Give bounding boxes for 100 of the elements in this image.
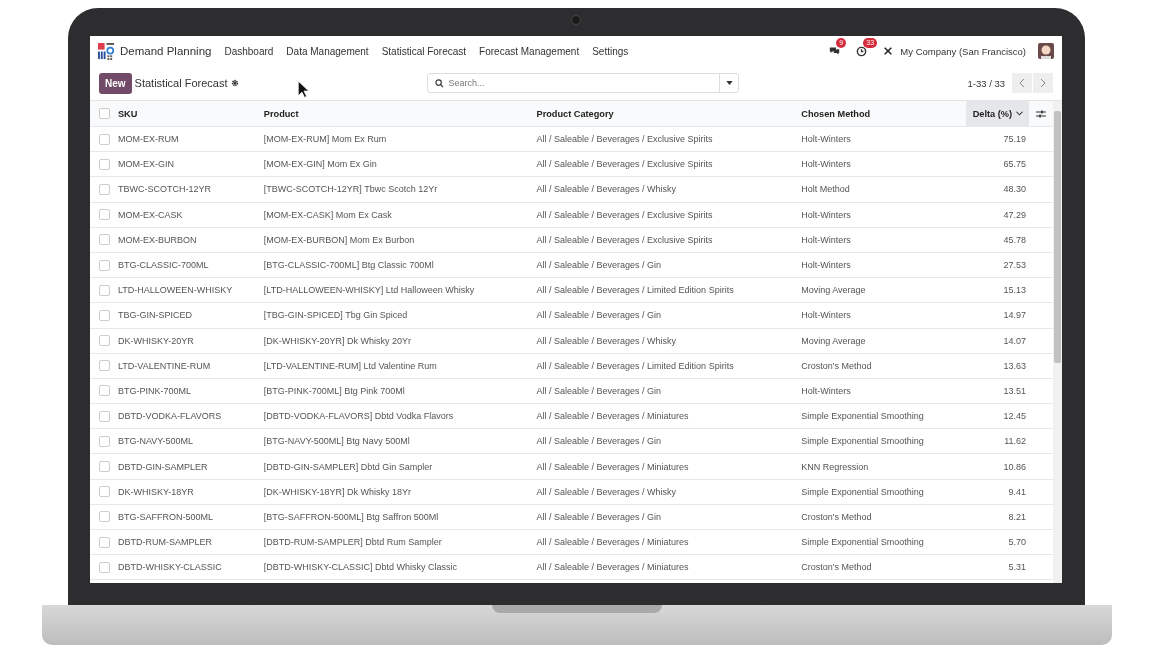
table-cell-text: All / Saleable / Beverages / Miniatures [536,561,690,575]
table-cell-text: [TBG-GIN-SPICED] Tbg Gin Spiced [263,309,409,323]
table-cell-text: TBG-GIN-SPICED [117,309,193,323]
table-cell-text: DK-WHISKY-20YR [117,334,195,348]
next-button[interactable] [1033,73,1053,93]
table-cell-text: 12.45 [1002,410,1027,424]
select-all-checkbox[interactable] [99,108,111,119]
row-checkbox[interactable] [99,234,111,246]
row-checkbox[interactable] [99,561,111,573]
table-cell-text: 48.30 [1002,183,1027,197]
table-cell-text: DBTD-GIN-SAMPLER [117,460,209,474]
table-cell-text: Holt-Winters [801,208,852,222]
column-header[interactable]: Chosen Method [801,101,967,126]
app-logo-icon [98,42,115,60]
column-header[interactable]: Product [263,101,537,126]
table-cell-text: 75.19 [1002,133,1027,147]
breadcrumb-title: Statistical Forecast [134,77,228,89]
table-cell-text: 45.78 [1002,233,1027,247]
row-checkbox[interactable] [99,385,111,397]
row-checkbox[interactable] [99,133,111,145]
row-checkbox[interactable] [99,536,111,548]
table-cell-text: Holt Method [801,183,851,197]
table-cell-text: Simple Exponential Smoothing [801,410,925,424]
chevron-right-icon [1040,78,1046,88]
table-cell-text: [MOM-EX-BURBON] Mom Ex Burbon [263,233,416,247]
company-switcher[interactable]: My Company (San Francisco) [900,45,1026,57]
table-cell-text: All / Saleable / Beverages / Exclusive Spirits [536,133,714,147]
new-button[interactable]: New [99,72,132,94]
table-cell-text: All / Saleable / Beverages / Whisky [536,183,678,197]
row-checkbox[interactable] [99,309,111,321]
table-cell-text: 13.63 [1002,359,1027,373]
menu-item[interactable]: Settings [592,45,629,57]
chevron-left-icon [1019,78,1025,88]
table-cell-text: [BTG-CLASSIC-700ML] Btg Classic 700Ml [263,259,435,273]
menu-item[interactable]: Forecast Management [479,45,580,57]
row-checkbox[interactable] [99,335,111,347]
row-checkbox[interactable] [99,410,111,422]
table-cell-text: 13.51 [1002,384,1027,398]
row-checkbox[interactable] [99,284,111,296]
table-cell-text: 8.21 [1007,510,1027,524]
table-cell-text: All / Saleable / Beverages / Miniatures [536,460,690,474]
table-cell-text: Croston's Method [801,359,873,373]
scrollbar[interactable] [1053,101,1062,583]
table-cell-text: LTD-VALENTINE-RUM [117,359,212,373]
clock-icon[interactable] [856,45,868,57]
table-cell-text: [DK-WHISKY-18YR] Dk Whisky 18Yr [263,485,412,499]
table-cell-text: 9.41 [1007,485,1027,499]
table-cell-text: Moving Average [801,284,867,298]
row-checkbox[interactable] [99,183,111,195]
row-checkbox[interactable] [99,435,111,447]
row-checkbox[interactable] [99,158,111,170]
mouse-cursor-icon [298,81,309,98]
table-cell-text: Simple Exponential Smoothing [801,485,925,499]
caret-icon[interactable] [726,81,733,85]
chat-icon[interactable] [829,45,841,57]
table-cell-text: BTG-SAFFRON-500ML [117,510,214,524]
row-checkbox[interactable] [99,486,111,498]
table-cell-text: DK-WHISKY-18YR [117,485,195,499]
menu-item[interactable]: Dashboard [224,45,274,57]
table-cell-text: Croston's Method [801,561,873,575]
table-cell-text: 14.07 [1002,334,1027,348]
table-cell-text: 27.53 [1002,259,1027,273]
row-checkbox[interactable] [99,511,111,523]
column-settings-icon[interactable] [1036,108,1046,119]
column-header[interactable]: Product Category [536,101,802,126]
table-cell-text: 5.70 [1007,536,1027,550]
table-cell-text: 11.62 [1003,435,1027,449]
table-cell-text: [BTG-SAFFRON-500ML] Btg Saffron 500Ml [263,510,440,524]
avatar-icon[interactable] [1038,43,1054,59]
column-header[interactable]: SKU [117,101,264,126]
table-cell-text: [BTG-NAVY-500ML] Btg Navy 500Ml [263,435,411,449]
table-cell-text: 15.13 [1002,284,1027,298]
table-cell-text: [TBWC-SCOTCH-12YR] Tbwc Scotch 12Yr [263,183,439,197]
table-cell-text: [MOM-EX-GIN] Mom Ex Gin [263,158,378,172]
table-cell-text: Simple Exponential Smoothing [801,536,925,550]
table-cell-text: [LTD-VALENTINE-RUM] Ltd Valentine Rum [263,359,438,373]
table-cell-text: All / Saleable / Beverages / Limited Edition Spirits [536,359,735,373]
table-cell-text: Moving Average [801,334,867,348]
table-cell-text: Simple Exponential Smoothing [801,435,925,449]
table-cell-text: Holt-Winters [801,133,852,147]
table-cell-text: All / Saleable / Beverages / Exclusive Spirits [536,233,714,247]
row-checkbox[interactable] [99,259,111,271]
table-cell-text: All / Saleable / Beverages / Whisky [536,485,678,499]
app-name[interactable]: Demand Planning [120,45,212,57]
table-cell-text: DBTD-RUM-SAMPLER [117,536,213,550]
previous-button[interactable] [1012,73,1032,93]
table-cell-text: All / Saleable / Beverages / Exclusive Spirits [536,158,714,172]
search-bar[interactable]: Search... [427,73,740,93]
menu-item[interactable]: Statistical Forecast [381,45,467,57]
row-checkbox[interactable] [99,209,111,221]
menu-item[interactable]: Data Management [286,45,369,57]
column-header[interactable]: Delta (%) [966,101,1029,126]
settings-icon[interactable] [231,79,240,87]
table-cell-text: MOM-EX-RUM [117,133,180,147]
camera-icon [571,15,581,25]
table-cell-text: TBWC-SCOTCH-12YR [117,183,212,197]
row-checkbox[interactable] [99,360,111,372]
table-cell-text: All / Saleable / Beverages / Exclusive Spirits [536,208,714,222]
table-cell-text: All / Saleable / Beverages / Gin [536,309,663,323]
row-checkbox[interactable] [99,461,111,473]
